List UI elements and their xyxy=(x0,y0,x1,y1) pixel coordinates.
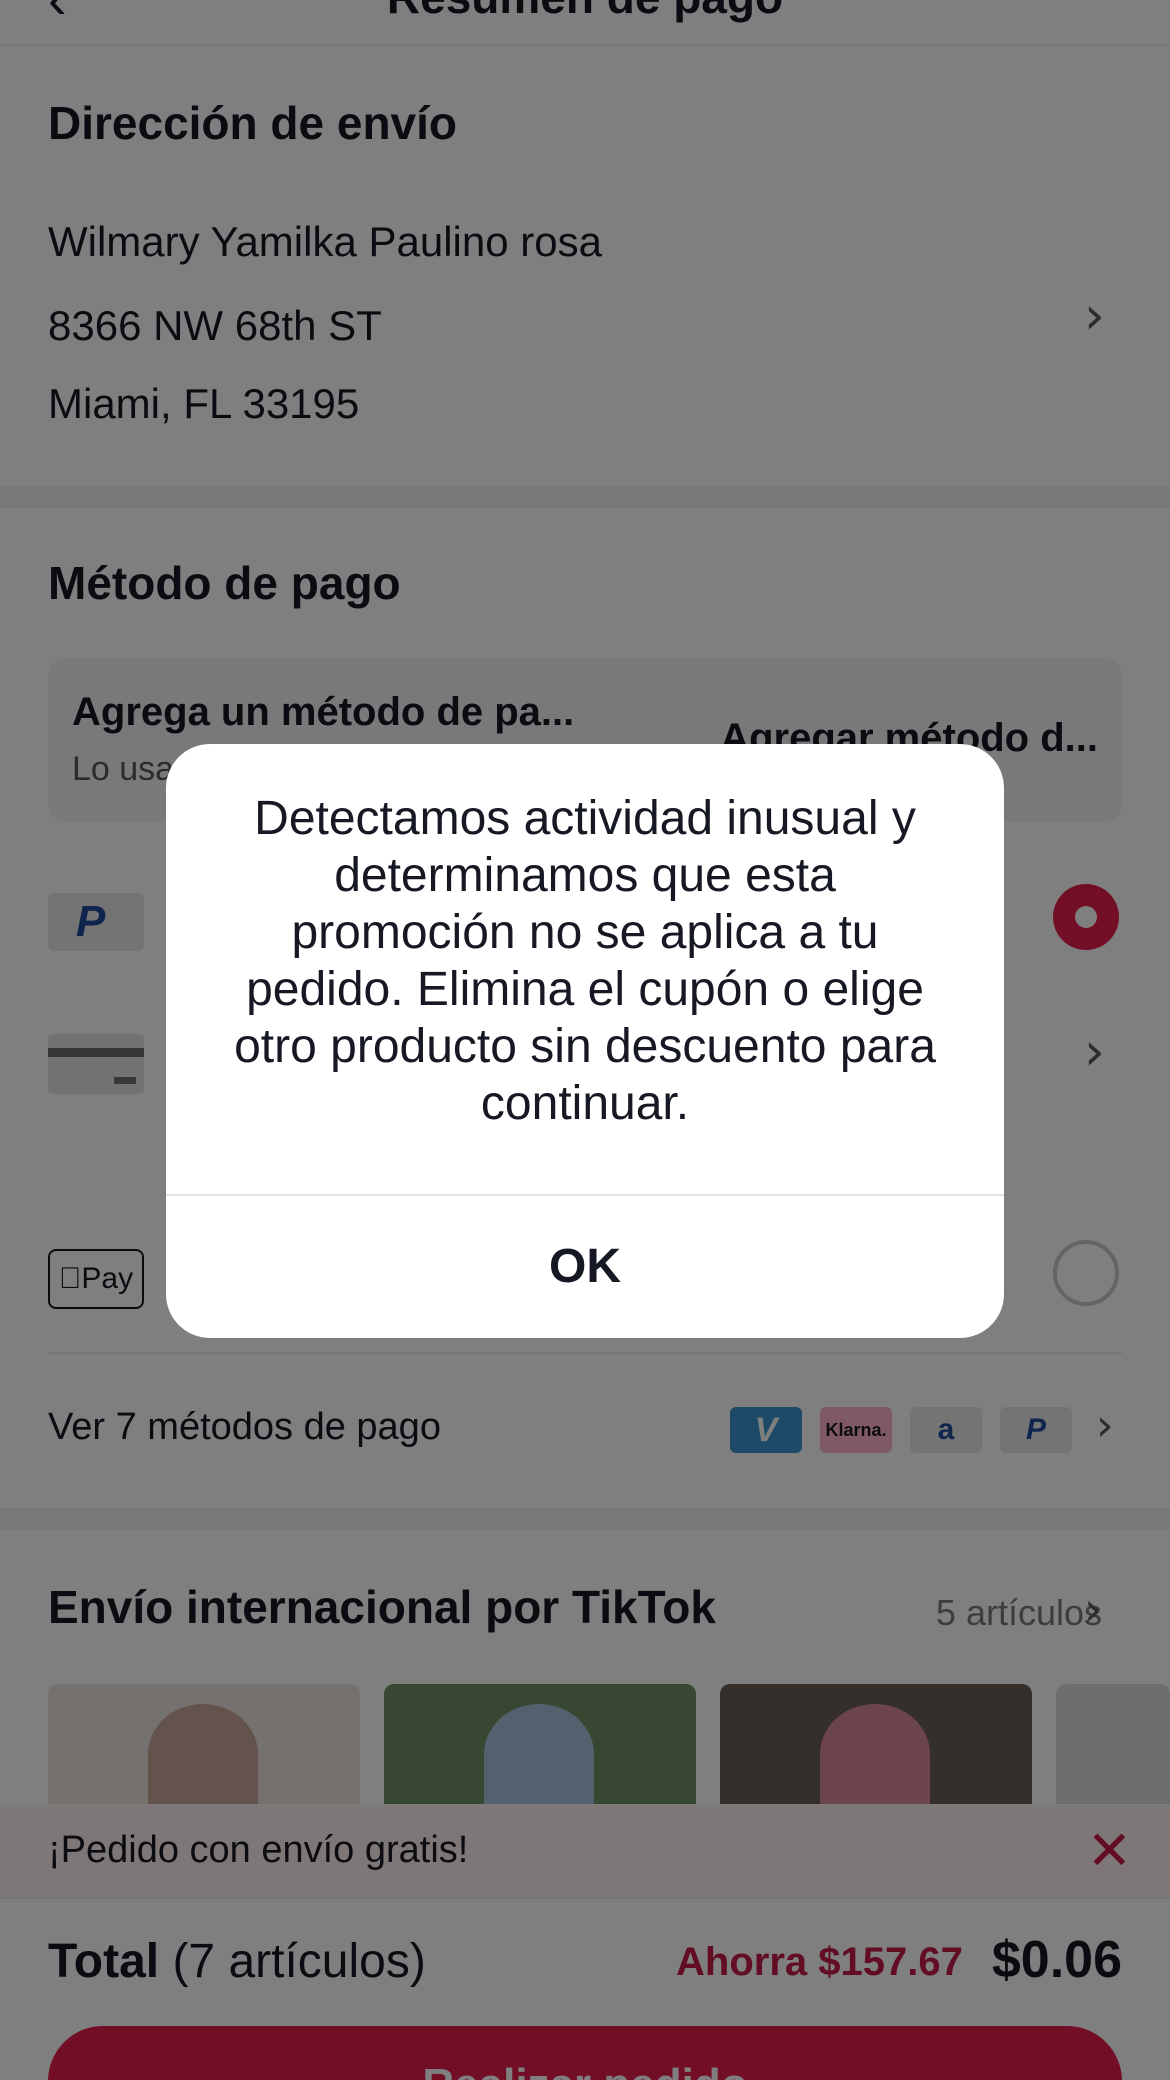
checkout-page: ‹ Resumen de pago Dirección de envío Wil… xyxy=(0,0,1170,2080)
alert-message: Detectamos actividad inusual y determina… xyxy=(234,792,936,1130)
ok-button[interactable]: OK xyxy=(166,1196,1004,1338)
alert-dialog: Detectamos actividad inusual y determina… xyxy=(166,744,1004,1338)
